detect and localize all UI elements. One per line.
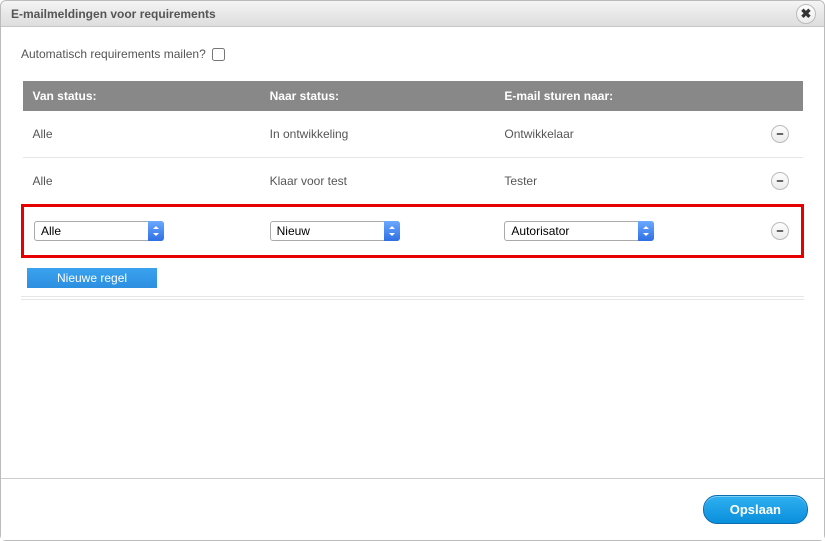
cell-from: Alle (23, 111, 260, 158)
dialog-footer: Opslaan (1, 478, 824, 540)
dialog-titlebar: E-mailmeldingen voor requirements ✖ (1, 1, 824, 27)
auto-mail-checkbox[interactable] (212, 48, 225, 61)
to-status-select-wrap: Nieuw (270, 221, 400, 241)
col-to-status: Naar status: (260, 81, 495, 111)
col-from-status: Van status: (23, 81, 260, 111)
remove-row-button[interactable] (771, 222, 789, 240)
minus-icon (776, 227, 784, 235)
table-header-row: Van status: Naar status: E-mail sturen n… (23, 81, 803, 111)
minus-icon (776, 130, 784, 138)
close-button[interactable]: ✖ (796, 4, 816, 24)
from-status-select-wrap: Alle (34, 221, 164, 241)
from-status-select[interactable]: Alle (34, 221, 164, 241)
remove-row-button[interactable] (771, 172, 789, 190)
auto-mail-row: Automatisch requirements mailen? (21, 27, 804, 81)
dialog-content: Automatisch requirements mailen? Van sta… (1, 27, 824, 478)
cell-recipient: Ontwikkelaar (494, 111, 760, 158)
divider (21, 299, 804, 300)
table-row: Alle Klaar voor test Tester (23, 158, 803, 206)
dialog-title: E-mailmeldingen voor requirements (11, 7, 216, 21)
save-button[interactable]: Opslaan (703, 495, 808, 524)
col-send-to: E-mail sturen naar: (494, 81, 760, 111)
minus-icon (776, 177, 784, 185)
rules-table: Van status: Naar status: E-mail sturen n… (21, 81, 804, 258)
cell-to: Klaar voor test (260, 158, 495, 206)
remove-row-button[interactable] (771, 125, 789, 143)
col-actions (761, 81, 803, 111)
cell-from: Alle (23, 158, 260, 206)
cell-to: In ontwikkeling (260, 111, 495, 158)
recipient-select[interactable]: Autorisator (504, 221, 654, 241)
dialog: E-mailmeldingen voor requirements ✖ Auto… (0, 0, 825, 541)
recipient-select-wrap: Autorisator (504, 221, 654, 241)
table-row: Alle In ontwikkeling Ontwikkelaar (23, 111, 803, 158)
close-icon: ✖ (801, 6, 812, 22)
auto-mail-label: Automatisch requirements mailen? (21, 47, 206, 61)
new-rule-button[interactable]: Nieuwe regel (27, 268, 157, 288)
cell-recipient: Tester (494, 158, 760, 206)
table-row-highlighted: Alle Nieuw (23, 206, 803, 257)
new-rule-row: Nieuwe regel (21, 258, 804, 297)
to-status-select[interactable]: Nieuw (270, 221, 400, 241)
